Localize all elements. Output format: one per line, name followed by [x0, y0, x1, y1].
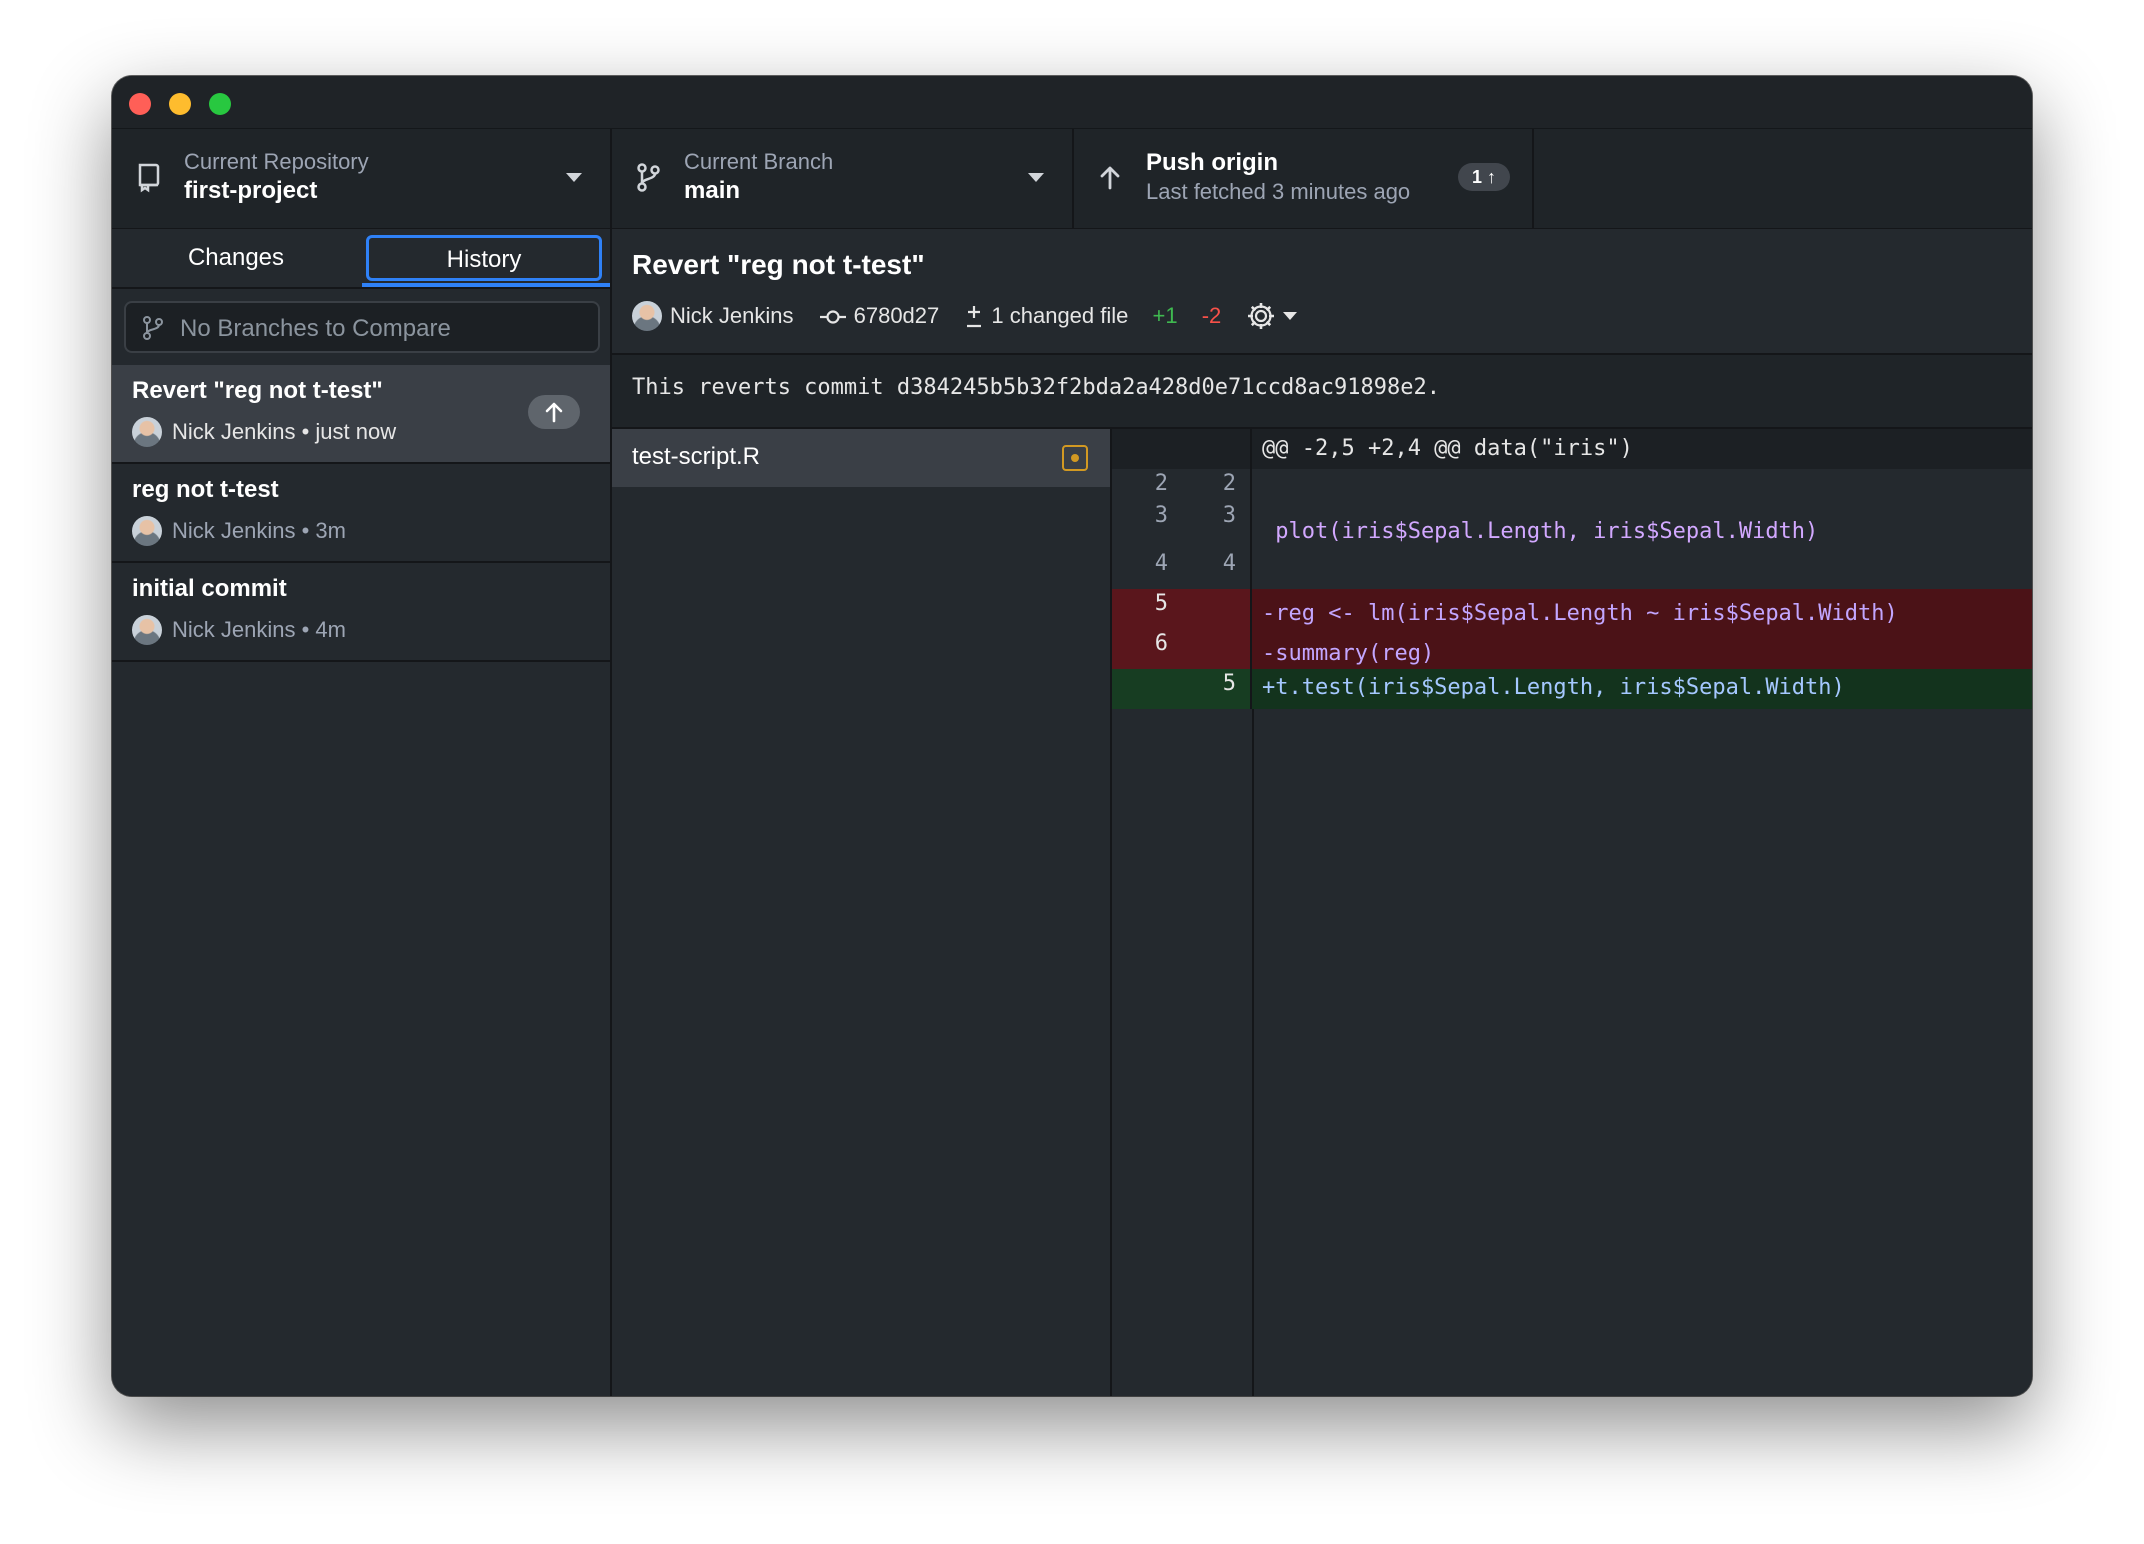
additions-count: +1: [1152, 303, 1178, 328]
diff-gutter-old: [1112, 429, 1182, 469]
branch-name: main: [684, 177, 741, 204]
diff-line-deleted[interactable]: 6 -summary(reg): [1112, 629, 2032, 669]
diff-line-deleted[interactable]: 5 -reg <- lm(iris$Sepal.Length ~ iris$Se…: [1112, 589, 2032, 629]
changed-files-text: 1 changed file: [991, 303, 1129, 329]
diff-hunk-header: @@ -2,5 +2,4 @@ data("iris"): [1112, 429, 2032, 469]
repository-selector[interactable]: Current Repository first-project: [112, 129, 612, 228]
diff-line-number-new: 3: [1182, 501, 1252, 549]
tab-changes[interactable]: Changes: [112, 229, 360, 287]
branch-compare-placeholder: No Branches to Compare: [180, 315, 451, 342]
sidebar-tabs: Changes History: [112, 229, 610, 289]
sidebar: Changes History No Branches to Compare R…: [112, 229, 612, 1396]
branch-icon: [637, 163, 660, 192]
tab-history[interactable]: History: [366, 235, 602, 281]
commit-list-item[interactable]: reg not t-test Nick Jenkins • 3m: [112, 464, 610, 563]
diff-line-code: -summary(reg): [1262, 641, 1435, 666]
close-window-button[interactable]: [129, 93, 151, 115]
gear-icon: [1248, 303, 1275, 329]
commit-icon: [819, 309, 846, 324]
tab-selected-indicator: [362, 283, 610, 287]
diff-line[interactable]: 4 4: [1112, 549, 2032, 589]
diff-line-code: plot(iris$Sepal.Length, iris$Sepal.Width…: [1262, 519, 1819, 544]
commit-detail-meta: Nick Jenkins 6780d27 1 changed file +1 -…: [632, 299, 1315, 333]
commit-summary-header: Revert "reg not t-test" Nick Jenkins 678…: [612, 229, 2032, 355]
branch-compare-input[interactable]: No Branches to Compare: [124, 301, 600, 353]
unpushed-commit-indicator: [528, 395, 580, 429]
diff-line-number-old: 4: [1154, 551, 1168, 576]
diff-gutter-divider: [1252, 709, 1254, 1396]
push-title: Push origin: [1146, 149, 1278, 176]
commit-sha[interactable]: 6780d27: [818, 302, 940, 329]
diff-line-number-new: 5: [1182, 669, 1252, 709]
toolbar: Current Repository first-project Current…: [112, 129, 2032, 230]
commit-list: Revert "reg not t-test" Nick Jenkins • j…: [112, 365, 610, 662]
commit-list-item[interactable]: Revert "reg not t-test" Nick Jenkins • j…: [112, 365, 610, 464]
chevron-down-icon: [566, 173, 582, 182]
diff-line-number-new: [1182, 589, 1252, 629]
deletions-count: -2: [1201, 303, 1222, 328]
commit-sha-text: 6780d27: [853, 303, 940, 329]
file-modified-icon: [1062, 445, 1088, 471]
commit-detail-title: Revert "reg not t-test": [632, 249, 925, 280]
last-fetched-text: Last fetched 3 minutes ago: [1146, 179, 1411, 204]
diff-hunk-text: @@ -2,5 +2,4 @@ data("iris"): [1262, 436, 1633, 461]
avatar: [132, 516, 162, 546]
branch-selector[interactable]: Current Branch main: [612, 129, 1074, 228]
commit-author-name: Nick Jenkins: [670, 303, 794, 328]
diff-line-number-new: 4: [1182, 549, 1252, 589]
changed-files-count: 1 changed file: [963, 302, 1128, 329]
commit-detail: Revert "reg not t-test" Nick Jenkins 678…: [612, 229, 2032, 1396]
branch-icon: [143, 316, 163, 340]
diff-line-number-old: [1112, 669, 1182, 709]
ahead-count-badge: 1 ↑: [1457, 163, 1510, 191]
diff-line[interactable]: 3 3 plot(iris$Sepal.Length, iris$Sepal.W…: [1112, 501, 2032, 549]
avatar: [132, 417, 162, 447]
diff-gutter-new: [1182, 429, 1252, 469]
diff-line-code: -reg <- lm(iris$Sepal.Length ~ iris$Sepa…: [1262, 601, 1898, 626]
app-window: Current Repository first-project Current…: [112, 76, 2032, 1396]
minimize-window-button[interactable]: [169, 93, 191, 115]
commit-author-time: Nick Jenkins • just now: [172, 419, 397, 444]
diff-line-code: +t.test(iris$Sepal.Length, iris$Sepal.Wi…: [1262, 675, 1845, 700]
diff-line-number-old: 3: [1154, 503, 1168, 528]
repository-label: Current Repository: [184, 149, 369, 174]
chevron-down-icon: [1028, 173, 1044, 182]
commit-meta: Nick Jenkins • just now: [132, 417, 396, 449]
commit-title: Revert "reg not t-test": [132, 377, 383, 404]
branch-label: Current Branch: [684, 149, 834, 174]
changed-files-list: test-script.R: [612, 429, 1112, 1396]
zoom-window-button[interactable]: [209, 93, 231, 115]
avatar: [132, 615, 162, 645]
avatar: [632, 301, 662, 331]
commit-message-text: This reverts commit d384245b5b32f2bda2a4…: [632, 375, 1440, 400]
repository-icon: [138, 163, 160, 193]
arrow-up-icon: [545, 402, 563, 423]
commit-title: reg not t-test: [132, 476, 279, 503]
commit-meta: Nick Jenkins • 3m: [132, 516, 346, 548]
title-bar: [112, 76, 2032, 129]
commit-author-time: Nick Jenkins • 3m: [172, 518, 346, 543]
diff-viewer: @@ -2,5 +2,4 @@ data("iris") 2 2 3 3 plo…: [1112, 429, 2032, 1396]
diff-line-number-new: [1182, 629, 1252, 669]
diff-line-number-old: 5: [1112, 589, 1182, 629]
push-origin-button[interactable]: Push origin Last fetched 3 minutes ago 1…: [1074, 129, 1534, 228]
diff-line-number-old: 6: [1112, 629, 1182, 669]
file-list-item[interactable]: test-script.R: [612, 429, 1110, 487]
commit-author: Nick Jenkins: [632, 301, 793, 331]
commit-message-body: This reverts commit d384245b5b32f2bda2a4…: [612, 355, 2032, 429]
diff-options-button[interactable]: [1245, 299, 1298, 333]
diff-icon: [967, 305, 982, 327]
chevron-down-icon: [1283, 312, 1298, 320]
repository-name: first-project: [184, 177, 318, 204]
arrow-up-icon: [1100, 166, 1120, 190]
commit-author-time: Nick Jenkins • 4m: [172, 617, 346, 642]
commit-meta: Nick Jenkins • 4m: [132, 615, 346, 647]
diff-line-added[interactable]: 5 +t.test(iris$Sepal.Length, iris$Sepal.…: [1112, 669, 2032, 709]
file-name: test-script.R: [632, 443, 761, 470]
commit-title: initial commit: [132, 575, 287, 602]
commit-list-item[interactable]: initial commit Nick Jenkins • 4m: [112, 563, 610, 662]
